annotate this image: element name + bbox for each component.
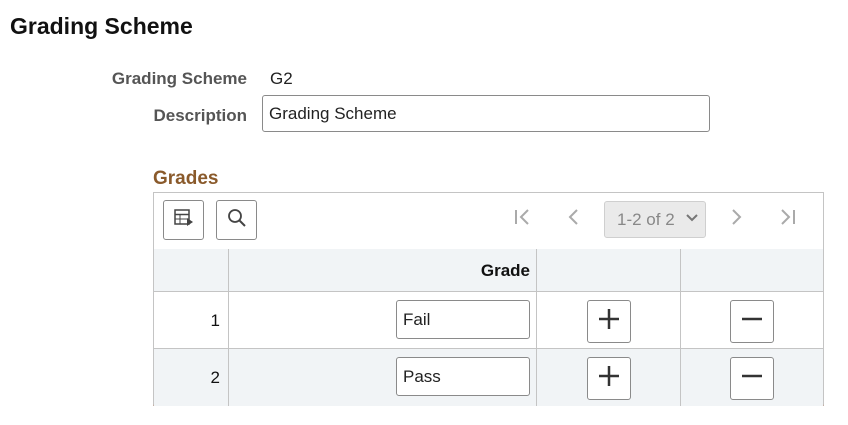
first-page-icon[interactable]	[514, 207, 532, 233]
row-number: 1	[154, 292, 229, 349]
header-grade-cell: Grade	[229, 249, 537, 292]
header-delete-cell	[681, 249, 823, 292]
delete-row-button[interactable]	[730, 300, 774, 343]
description-label: Description	[153, 106, 247, 125]
plus-icon	[597, 364, 621, 393]
header-rownum-cell	[154, 249, 229, 292]
header-add-cell	[537, 249, 681, 292]
previous-page-icon[interactable]	[566, 207, 580, 233]
minus-icon	[740, 307, 764, 336]
grid-search-button[interactable]	[216, 200, 257, 240]
search-icon	[227, 208, 247, 233]
grid-personalize-button[interactable]	[163, 200, 204, 240]
add-row-button[interactable]	[587, 357, 631, 400]
grades-grid-title: Grades	[153, 168, 219, 189]
table-row: 1	[154, 292, 823, 349]
minus-icon	[740, 364, 764, 393]
grade-cell	[229, 349, 537, 406]
add-row-button[interactable]	[587, 300, 631, 343]
page-title: Grading Scheme	[10, 13, 193, 39]
description-input[interactable]	[262, 95, 710, 132]
last-page-icon[interactable]	[778, 207, 796, 233]
grade-input[interactable]	[396, 357, 530, 396]
add-cell	[537, 292, 681, 349]
grade-input[interactable]	[396, 300, 530, 339]
delete-row-button[interactable]	[730, 357, 774, 400]
grading-scheme-value: G2	[270, 69, 293, 88]
row-number: 2	[154, 349, 229, 406]
delete-cell	[681, 292, 823, 349]
plus-icon	[597, 307, 621, 336]
pagination-select[interactable]: 1-2 of 2	[604, 201, 706, 238]
grid-toolbar: 1-2 of 2	[154, 193, 823, 250]
table-row: 2	[154, 349, 823, 406]
chevron-down-icon	[685, 210, 699, 231]
add-cell	[537, 349, 681, 406]
next-page-icon[interactable]	[730, 207, 744, 233]
pagination-text: 1-2 of 2	[617, 209, 675, 229]
delete-cell	[681, 349, 823, 406]
column-header-grade: Grade	[480, 261, 530, 280]
grading-scheme-label: Grading Scheme	[111, 69, 247, 88]
grade-cell	[229, 292, 537, 349]
grid-personalize-icon	[173, 208, 194, 233]
grades-grid: 1-2 of 2 Grade 1 Fail 2 Pass	[153, 192, 824, 406]
